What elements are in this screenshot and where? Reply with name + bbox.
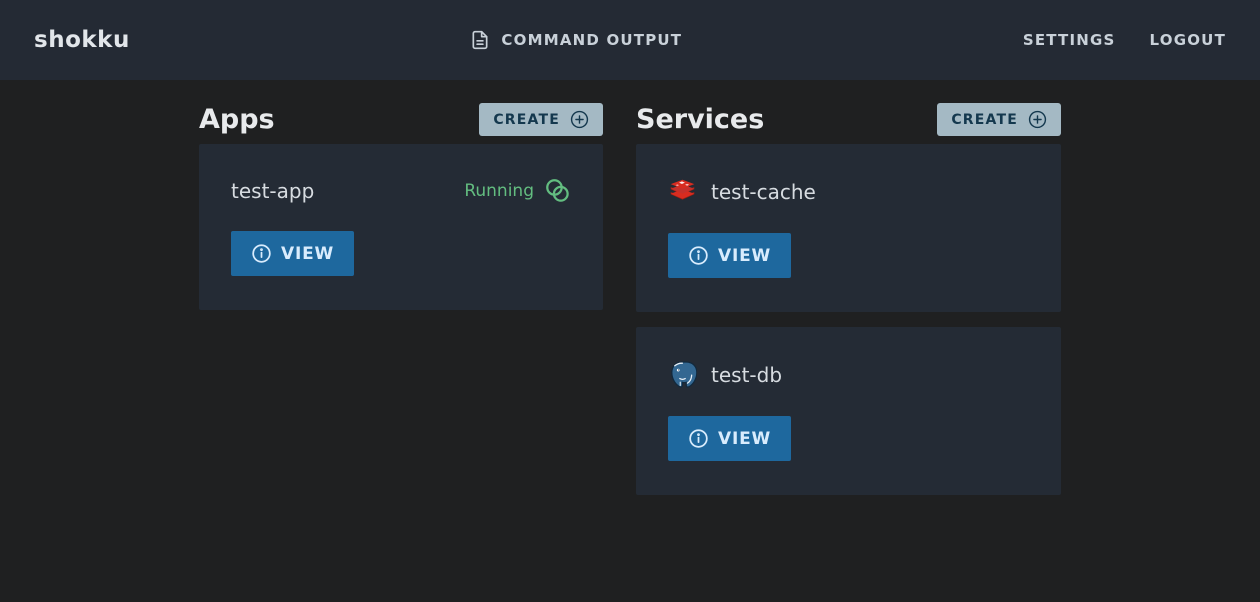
- apps-title: Apps: [199, 104, 275, 135]
- service-card-top: test-cache: [668, 177, 1029, 206]
- plus-circle-icon: [1028, 110, 1047, 129]
- info-circle-icon: [688, 428, 709, 449]
- view-service-test-db-button[interactable]: VIEW: [668, 416, 791, 461]
- brand-logo[interactable]: shokku: [34, 27, 130, 53]
- create-service-button[interactable]: CREATE: [937, 103, 1061, 136]
- service-card-test-db: test-db VIEW: [636, 327, 1061, 495]
- plus-circle-icon: [570, 110, 589, 129]
- services-title: Services: [636, 104, 764, 135]
- file-text-icon: [470, 30, 490, 50]
- view-service-label: VIEW: [718, 246, 771, 266]
- redis-icon: [668, 177, 697, 206]
- navbar: shokku COMMAND OUTPUT SETTINGS LOGOUT: [0, 0, 1260, 80]
- app-status-label: Running: [464, 181, 534, 201]
- create-service-label: CREATE: [951, 112, 1018, 128]
- app-card-top: test-app Running: [231, 177, 571, 204]
- navbar-right: SETTINGS LOGOUT: [1023, 31, 1226, 49]
- service-entity: test-cache: [668, 177, 816, 206]
- create-app-label: CREATE: [493, 112, 560, 128]
- view-app-button[interactable]: VIEW: [231, 231, 354, 276]
- service-name: test-cache: [711, 180, 816, 204]
- services-header: Services CREATE: [636, 103, 1061, 136]
- settings-link[interactable]: SETTINGS: [1023, 31, 1116, 49]
- logout-link[interactable]: LOGOUT: [1150, 31, 1226, 49]
- app-entity: test-app: [231, 179, 314, 203]
- status-rings-icon: [544, 177, 571, 204]
- apps-column: Apps CREATE test-app Running: [199, 103, 603, 495]
- app-card-test-app: test-app Running: [199, 144, 603, 310]
- view-app-label: VIEW: [281, 244, 334, 264]
- main-content: Apps CREATE test-app Running: [199, 80, 1061, 495]
- view-service-test-cache-button[interactable]: VIEW: [668, 233, 791, 278]
- service-card-top: test-db: [668, 360, 1029, 389]
- view-service-label: VIEW: [718, 429, 771, 449]
- info-circle-icon: [688, 245, 709, 266]
- info-circle-icon: [251, 243, 272, 264]
- app-name: test-app: [231, 179, 314, 203]
- service-name: test-db: [711, 363, 782, 387]
- navbar-center: COMMAND OUTPUT: [130, 30, 1023, 50]
- service-entity: test-db: [668, 360, 782, 389]
- apps-header: Apps CREATE: [199, 103, 603, 136]
- service-card-test-cache: test-cache VIEW: [636, 144, 1061, 312]
- command-output-label: COMMAND OUTPUT: [501, 31, 682, 49]
- create-app-button[interactable]: CREATE: [479, 103, 603, 136]
- postgresql-icon: [668, 360, 697, 389]
- command-output-link[interactable]: COMMAND OUTPUT: [470, 30, 682, 50]
- services-column: Services CREATE: [636, 103, 1061, 495]
- app-status: Running: [464, 177, 571, 204]
